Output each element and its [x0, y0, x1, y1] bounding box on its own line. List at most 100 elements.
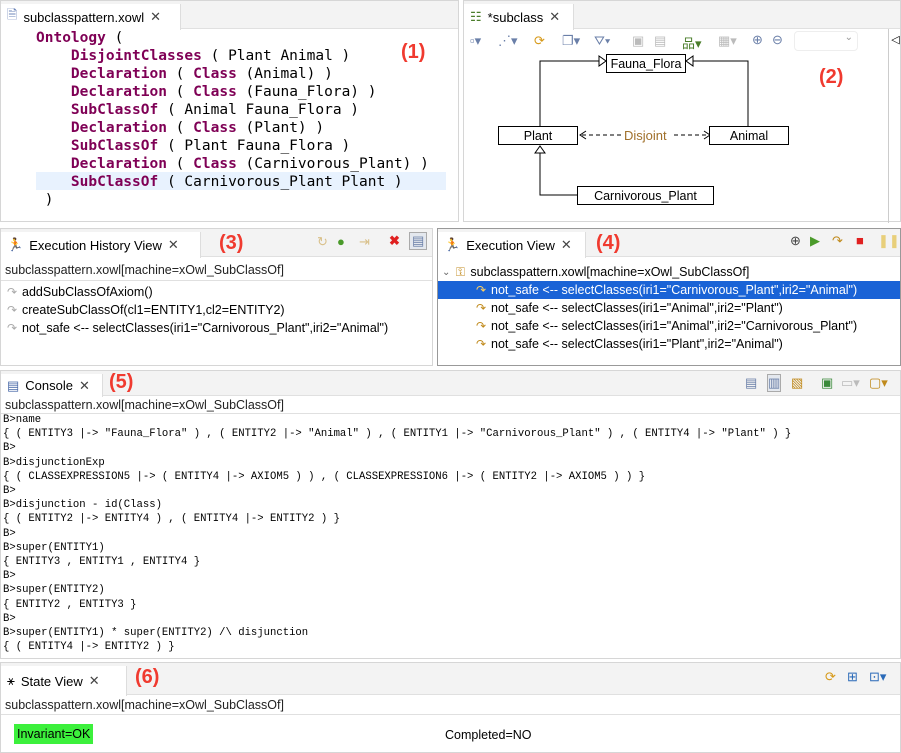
- history-item[interactable]: ↷ addSubClassOfAxiom(): [1, 283, 432, 301]
- code-line: DisjointClasses ( Plant Animal ): [36, 47, 429, 65]
- code-text: (: [166, 156, 194, 172]
- code-text: ( Plant Animal ): [201, 48, 351, 64]
- resume-icon[interactable]: ▶: [810, 233, 820, 249]
- event-icon: ↷: [475, 319, 487, 333]
- tree-root[interactable]: ⌄ ⚿ subclasspattern.xowl[machine=xOwl_Su…: [438, 263, 749, 281]
- console-line: B>disjunctionExp: [3, 456, 105, 469]
- console-line: { ( CLASSEXPRESSION5 |-> ( ENTITY4 |-> A…: [3, 470, 646, 483]
- pause-icon: ❚❚: [878, 233, 900, 248]
- node-fauna-flora[interactable]: Fauna_Flora: [606, 54, 686, 73]
- word-wrap-icon[interactable]: ▧: [791, 375, 803, 391]
- console-line: B>name: [3, 414, 42, 426]
- sync-icon[interactable]: ▤: [409, 232, 428, 250]
- tab-state[interactable]: ⚹ State View ✕: [1, 666, 127, 696]
- globe-icon[interactable]: ⊕: [790, 233, 801, 249]
- code-text: (Carnivorous_Plant) ): [236, 156, 429, 172]
- history-subtitle: subclasspattern.xowl[machine=xOwl_SubCla…: [5, 263, 284, 277]
- console-line: { ( ENTITY2 |-> ENTITY4 ) , ( ENTITY4 |-…: [3, 513, 340, 526]
- code-text: ( Plant Fauna_Flora ): [158, 138, 351, 154]
- marker-1: (1): [401, 41, 426, 63]
- console-output[interactable]: B>name { ( ENTITY3 |-> "Fauna_Flora" ) , …: [3, 413, 791, 654]
- code-line: SubClassOf ( Carnivorous_Plant Plant ): [36, 173, 429, 191]
- edge-carn-plant: [539, 153, 577, 196]
- edge-animal-fauna: [693, 60, 749, 126]
- console-line: B>: [3, 570, 16, 583]
- code-text: (: [166, 66, 194, 82]
- code-text: (: [105, 30, 124, 46]
- event-icon: ↷: [475, 337, 487, 351]
- step-icon[interactable]: ●: [337, 234, 345, 249]
- node-animal[interactable]: Animal: [709, 126, 789, 145]
- inspect-state-icon[interactable]: ⊡▾: [869, 669, 886, 685]
- keyword: Class: [193, 84, 237, 100]
- goto-icon: ⇥: [359, 234, 370, 249]
- tab-label: State View: [20, 673, 83, 689]
- tab-label: Execution History View: [29, 237, 162, 253]
- console-subtitle: subclasspattern.xowl[machine=xOwl_SubCla…: [5, 398, 284, 412]
- execution-item[interactable]: ↷ not_safe <-- selectClasses(iri1="Plant"…: [438, 335, 900, 353]
- code-line: Declaration ( Class (Fauna_Flora) ): [36, 83, 429, 101]
- node-carnivorous-plant[interactable]: Carnivorous_Plant: [577, 186, 714, 205]
- close-icon[interactable]: ✕: [168, 237, 179, 253]
- execution-item-label: not_safe <-- selectClasses(iri1="Plant",…: [491, 337, 783, 351]
- execution-list: ↷ not_safe <-- selectClasses(iri1="Carniv…: [438, 281, 900, 353]
- execution-item[interactable]: ↷ not_safe <-- selectClasses(iri1="Animal…: [438, 317, 900, 335]
- keyword: SubClassOf: [70, 102, 159, 118]
- tab-history[interactable]: 🏃 Execution History View ✕: [1, 232, 201, 258]
- code-editor[interactable]: Ontology ( DisjointClasses ( Plant Anima…: [36, 29, 429, 209]
- code-line: Declaration ( Class (Animal) ): [36, 65, 429, 83]
- add-state-icon[interactable]: ⊞: [847, 669, 858, 685]
- remove-icon[interactable]: ✖: [389, 233, 400, 249]
- execution-item[interactable]: ↷ not_safe <-- selectClasses(iri1="Carniv…: [438, 281, 900, 299]
- tab-label: subclasspattern.xowl: [23, 9, 145, 25]
- refresh-icon[interactable]: ⟳: [825, 669, 836, 685]
- keyword: Declaration: [70, 66, 167, 82]
- keyword: Declaration: [70, 156, 167, 172]
- event-icon: ↷: [475, 283, 487, 297]
- keyword: DisjointClasses: [70, 48, 202, 64]
- close-icon[interactable]: ✕: [150, 9, 161, 25]
- execution-item[interactable]: ↷ not_safe <-- selectClasses(iri1="Animal…: [438, 299, 900, 317]
- tab-label: Execution View: [466, 237, 555, 253]
- history-item-label: addSubClassOfAxiom(): [22, 285, 153, 299]
- code-text: (: [166, 84, 194, 100]
- event-icon: ↷: [6, 321, 18, 335]
- close-icon[interactable]: ✕: [561, 237, 572, 253]
- history-item-label: createSubClassOf(cl1=ENTITY1,cl2=ENTITY2…: [22, 303, 285, 317]
- node-plant[interactable]: Plant: [498, 126, 578, 145]
- divider: [1, 714, 900, 715]
- close-icon[interactable]: ✕: [79, 378, 90, 394]
- tab-execution[interactable]: 🏃 Execution View ✕: [438, 232, 586, 258]
- marker-6: (6): [135, 666, 160, 688]
- step-over-icon[interactable]: ↷: [832, 233, 843, 249]
- marker-5: (5): [109, 371, 134, 393]
- marker-2: (2): [819, 66, 844, 88]
- chevron-down-icon[interactable]: ⌄: [442, 267, 450, 278]
- console-line: B>super(ENTITY1): [3, 541, 105, 554]
- pin-console-icon[interactable]: ▣: [821, 375, 833, 391]
- tab-console[interactable]: ▤ Console ✕: [1, 374, 103, 397]
- scroll-lock-icon[interactable]: ▥: [767, 374, 782, 392]
- history-item[interactable]: ↷ createSubClassOf(cl1=ENTITY1,cl2=ENTITY…: [1, 301, 432, 319]
- execution-item-label: not_safe <-- selectClasses(iri1="Animal"…: [491, 301, 783, 315]
- new-console-icon[interactable]: ▢▾: [869, 375, 888, 391]
- history-item[interactable]: ↷ not_safe <-- selectClasses(iri1="Carniv…: [1, 319, 432, 337]
- event-icon: ↷: [6, 285, 18, 299]
- keyword: Class: [193, 120, 237, 136]
- history-list: ↷ addSubClassOfAxiom() ↷ createSubClassOf(c…: [1, 280, 432, 337]
- history-item-label: not_safe <-- selectClasses(iri1="Carnivo…: [22, 321, 389, 335]
- state-subtitle: subclasspattern.xowl[machine=xOwl_SubCla…: [5, 698, 284, 712]
- run-icon: 🏃: [7, 237, 24, 252]
- keyword: Class: [193, 66, 237, 82]
- close-icon[interactable]: ✕: [89, 673, 100, 689]
- stop-icon[interactable]: ■: [856, 233, 864, 248]
- machine-icon: ⚿: [455, 264, 465, 279]
- code-line: ): [36, 191, 429, 209]
- code-text: (Fauna_Flora) ): [236, 84, 377, 100]
- code-text: (Animal) ): [236, 66, 333, 82]
- clear-console-icon[interactable]: ▤: [745, 375, 757, 391]
- tab-editor[interactable]: 🗎 subclasspattern.xowl ✕: [1, 4, 181, 30]
- console-tabbar: ▤ Console ✕ ▤ ▥ ▧ ▣ ▭▾ ▢▾: [1, 371, 900, 397]
- inherit-arrow: [534, 145, 546, 154]
- event-icon: ↷: [475, 301, 487, 315]
